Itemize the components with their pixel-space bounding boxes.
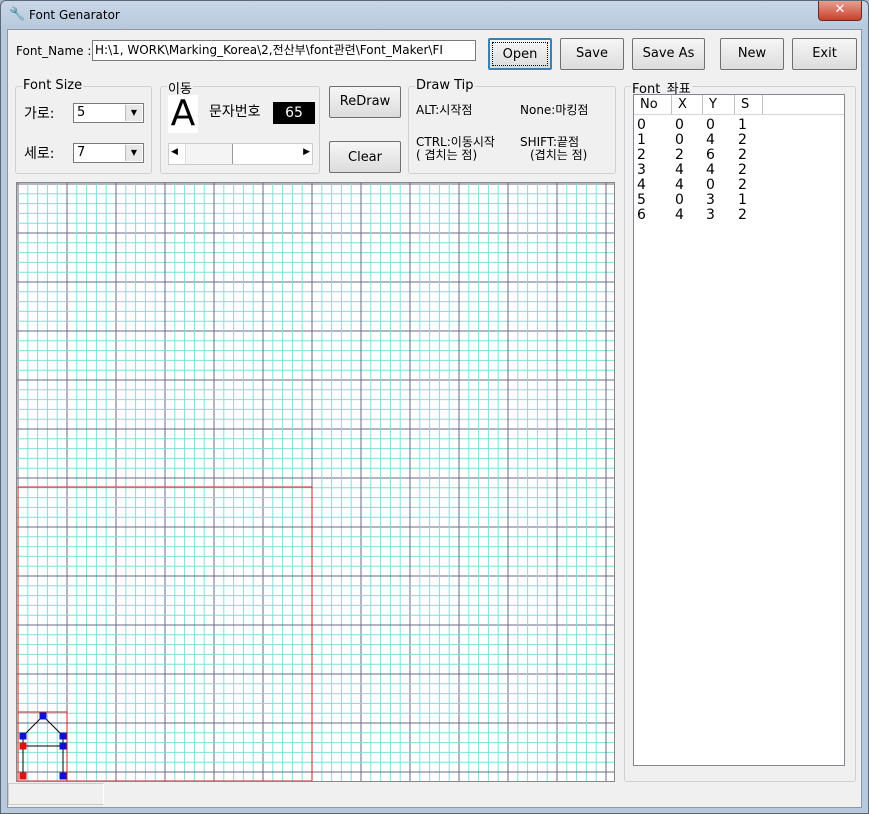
cell: 0 xyxy=(675,117,684,133)
font-size-title: Font Size xyxy=(22,78,84,93)
marking-point xyxy=(19,732,27,740)
cell: 4 xyxy=(706,132,715,148)
cell: 4 xyxy=(675,162,684,178)
marking-point xyxy=(39,712,47,720)
grid-svg[interactable] xyxy=(17,183,614,781)
open-button[interactable]: Open xyxy=(488,38,552,70)
table-row[interactable]: 3 4 4 2 xyxy=(634,163,844,178)
save-as-button[interactable]: Save As xyxy=(632,38,705,70)
table-row[interactable]: 0 0 0 1 xyxy=(634,118,844,133)
tip-none: None:마킹점 xyxy=(520,103,589,117)
draw-tip-title: Draw Tip xyxy=(415,78,475,93)
font-name-label: Font_Name : xyxy=(16,44,92,58)
cell: 1 xyxy=(738,192,747,208)
cell: 5 xyxy=(637,192,646,208)
cell: 0 xyxy=(675,132,684,148)
cell: 2 xyxy=(738,132,747,148)
col-s[interactable]: S xyxy=(735,95,763,114)
cell: 0 xyxy=(706,117,715,133)
table-row[interactable]: 4 4 0 2 xyxy=(634,178,844,193)
exit-button[interactable]: Exit xyxy=(792,38,857,70)
cell: 1 xyxy=(637,132,646,148)
scroll-right-icon[interactable]: ▶ xyxy=(303,147,310,157)
chevron-down-icon[interactable]: ▼ xyxy=(125,145,142,161)
width-select[interactable]: 5 ▼ xyxy=(73,103,144,123)
drawing-canvas[interactable] xyxy=(16,182,615,782)
width-value: 5 xyxy=(77,105,86,120)
marking-point xyxy=(59,742,67,750)
cell: 0 xyxy=(675,192,684,208)
cell: 6 xyxy=(637,207,646,223)
height-value: 7 xyxy=(77,145,86,160)
char-no-value: 65 xyxy=(273,102,315,124)
table-row[interactable]: 6 4 3 2 xyxy=(634,208,844,223)
height-label: 세로: xyxy=(24,146,55,162)
cell: 3 xyxy=(637,162,646,178)
col-y[interactable]: Y xyxy=(703,95,735,114)
status-panel xyxy=(8,783,104,805)
coords-list[interactable]: No X Y S 0001104222623442440250316432 xyxy=(633,94,845,766)
width-label: 가로: xyxy=(24,106,55,122)
chevron-down-icon[interactable]: ▼ xyxy=(125,105,142,121)
wrench-icon: 🔧 xyxy=(9,7,26,22)
cell: 2 xyxy=(738,147,747,163)
marking-point xyxy=(59,772,67,780)
cell: 4 xyxy=(637,177,646,193)
scroll-thumb[interactable] xyxy=(185,144,233,164)
cell: 3 xyxy=(706,207,715,223)
tip-ctrl-sub: ( 겹치는 점) xyxy=(416,148,478,162)
col-no[interactable]: No xyxy=(634,95,672,114)
tip-alt: ALT:시작점 xyxy=(416,103,473,117)
redraw-button[interactable]: ReDraw xyxy=(329,86,401,118)
table-row[interactable]: 5 0 3 1 xyxy=(634,193,844,208)
cell: 0 xyxy=(706,177,715,193)
cell: 2 xyxy=(738,207,747,223)
cell: 3 xyxy=(706,192,715,208)
start-point xyxy=(19,772,27,780)
char-scrollbar[interactable]: ◀ ▶ xyxy=(168,143,313,165)
draw-tip-group: Draw Tip ALT:시작점 None:마킹점 CTRL:이동시작 ( 겹치… xyxy=(408,78,616,174)
new-button[interactable]: New xyxy=(720,38,784,70)
marking-point xyxy=(59,732,67,740)
cell: 4 xyxy=(675,207,684,223)
table-row[interactable]: 2 2 6 2 xyxy=(634,148,844,163)
cell: 1 xyxy=(738,117,747,133)
cell: 2 xyxy=(738,177,747,193)
char-preview: A xyxy=(168,95,198,133)
char-no-label: 문자번호 xyxy=(209,104,261,120)
start-point xyxy=(19,742,27,750)
window-title: Font Genarator xyxy=(29,8,120,22)
font-size-group: Font Size 가로: 5 ▼ 세로: 7 ▼ xyxy=(15,78,152,174)
scroll-left-icon[interactable]: ◀ xyxy=(171,147,178,157)
clear-button[interactable]: Clear xyxy=(329,141,401,173)
cell: 0 xyxy=(637,117,646,133)
save-button[interactable]: Save xyxy=(560,38,624,70)
cell: 2 xyxy=(637,147,646,163)
tip-shift-sub: (겹치는 점) xyxy=(530,148,588,162)
close-button[interactable]: ✕ xyxy=(818,1,862,21)
cell: 4 xyxy=(706,162,715,178)
font-name-input[interactable]: H:\1, WORK\Marking_Korea\2,전산부\font관련\Fo… xyxy=(92,40,476,61)
height-select[interactable]: 7 ▼ xyxy=(73,143,144,163)
col-x[interactable]: X xyxy=(672,95,703,114)
list-header: No X Y S xyxy=(634,95,844,115)
cell: 2 xyxy=(738,162,747,178)
table-row[interactable]: 1 0 4 2 xyxy=(634,133,844,148)
move-group: 이동 A 문자번호 65 ◀ ▶ xyxy=(160,78,320,174)
cell: 6 xyxy=(706,147,715,163)
cell: 4 xyxy=(675,177,684,193)
cell: 2 xyxy=(675,147,684,163)
